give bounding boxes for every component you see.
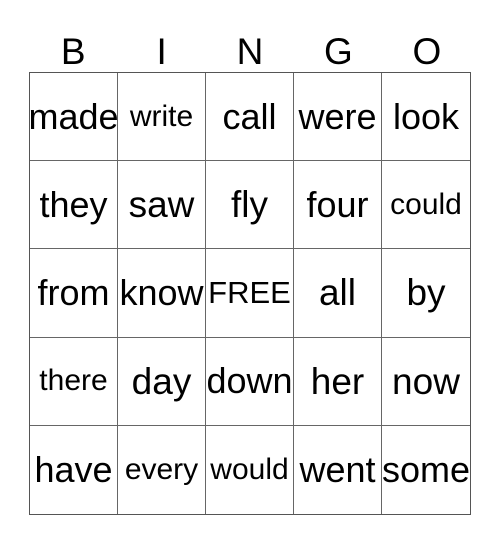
bingo-cell[interactable]: made bbox=[30, 73, 118, 162]
bingo-cell[interactable]: every bbox=[118, 425, 206, 514]
bingo-cell[interactable]: there bbox=[30, 337, 118, 426]
bingo-cell-label: there bbox=[39, 364, 108, 398]
bingo-cell-label: some bbox=[382, 448, 470, 490]
bingo-cell-label: know bbox=[119, 271, 204, 313]
header-letter-b: B bbox=[60, 31, 86, 72]
bingo-cell-label: now bbox=[392, 360, 460, 402]
bingo-cell[interactable]: they bbox=[30, 161, 118, 250]
bingo-card: B I N G O made write call were look they… bbox=[29, 18, 471, 515]
bingo-cell-label: four bbox=[306, 183, 369, 225]
bingo-cell-label: fly bbox=[231, 184, 268, 226]
bingo-header-row: B I N G O bbox=[29, 18, 471, 72]
bingo-cell-label: made bbox=[30, 95, 118, 137]
bingo-cell-label: all bbox=[318, 272, 357, 314]
bingo-cell-label: from bbox=[37, 271, 110, 313]
bingo-cell[interactable]: down bbox=[206, 337, 294, 426]
bingo-cell[interactable]: look bbox=[382, 73, 470, 162]
bingo-cell-label: were bbox=[298, 95, 377, 137]
header-letter-g: G bbox=[324, 31, 353, 72]
bingo-cell[interactable]: all bbox=[294, 249, 382, 338]
bingo-cell[interactable]: know bbox=[118, 249, 206, 338]
bingo-cell-label: every bbox=[124, 452, 199, 486]
bingo-cell[interactable]: write bbox=[118, 73, 206, 162]
bingo-cell[interactable]: have bbox=[30, 425, 118, 514]
bingo-cell[interactable]: her bbox=[294, 337, 382, 426]
bingo-cell-label: call bbox=[222, 95, 277, 137]
header-letter-i: I bbox=[156, 31, 167, 72]
header-letter-o: O bbox=[412, 31, 442, 72]
bingo-cell[interactable]: went bbox=[294, 425, 382, 514]
bingo-cell[interactable]: were bbox=[294, 73, 382, 162]
bingo-cell[interactable]: by bbox=[382, 249, 470, 338]
bingo-cell[interactable]: now bbox=[382, 337, 470, 426]
bingo-cell[interactable]: could bbox=[382, 161, 470, 250]
bingo-cell-label: down bbox=[206, 360, 293, 402]
bingo-cell-label: her bbox=[310, 360, 365, 402]
bingo-cell-free-space[interactable]: FREE bbox=[206, 249, 294, 338]
bingo-cell-label: look bbox=[392, 95, 460, 137]
bingo-cell[interactable]: would bbox=[206, 425, 294, 514]
bingo-cell-label: would bbox=[210, 452, 289, 486]
bingo-cell-label: day bbox=[131, 360, 192, 402]
bingo-cell-label: FREE bbox=[208, 275, 291, 311]
bingo-cell-label: saw bbox=[128, 184, 195, 226]
bingo-cell[interactable]: four bbox=[294, 161, 382, 250]
bingo-cell-label: by bbox=[406, 272, 446, 314]
header-letter-n: N bbox=[236, 31, 264, 72]
bingo-grid: made write call were look they saw fly f… bbox=[29, 72, 471, 515]
bingo-cell[interactable]: saw bbox=[118, 161, 206, 250]
bingo-cell-label: could bbox=[390, 187, 462, 221]
bingo-cell-label: write bbox=[129, 99, 194, 133]
bingo-cell-label: have bbox=[34, 448, 113, 490]
bingo-cell-label: they bbox=[39, 183, 108, 225]
bingo-cell[interactable]: fly bbox=[206, 161, 294, 250]
bingo-cell[interactable]: call bbox=[206, 73, 294, 162]
bingo-cell-label: went bbox=[299, 448, 376, 490]
bingo-cell[interactable]: some bbox=[382, 425, 470, 514]
bingo-cell[interactable]: day bbox=[118, 337, 206, 426]
bingo-cell[interactable]: from bbox=[30, 249, 118, 338]
